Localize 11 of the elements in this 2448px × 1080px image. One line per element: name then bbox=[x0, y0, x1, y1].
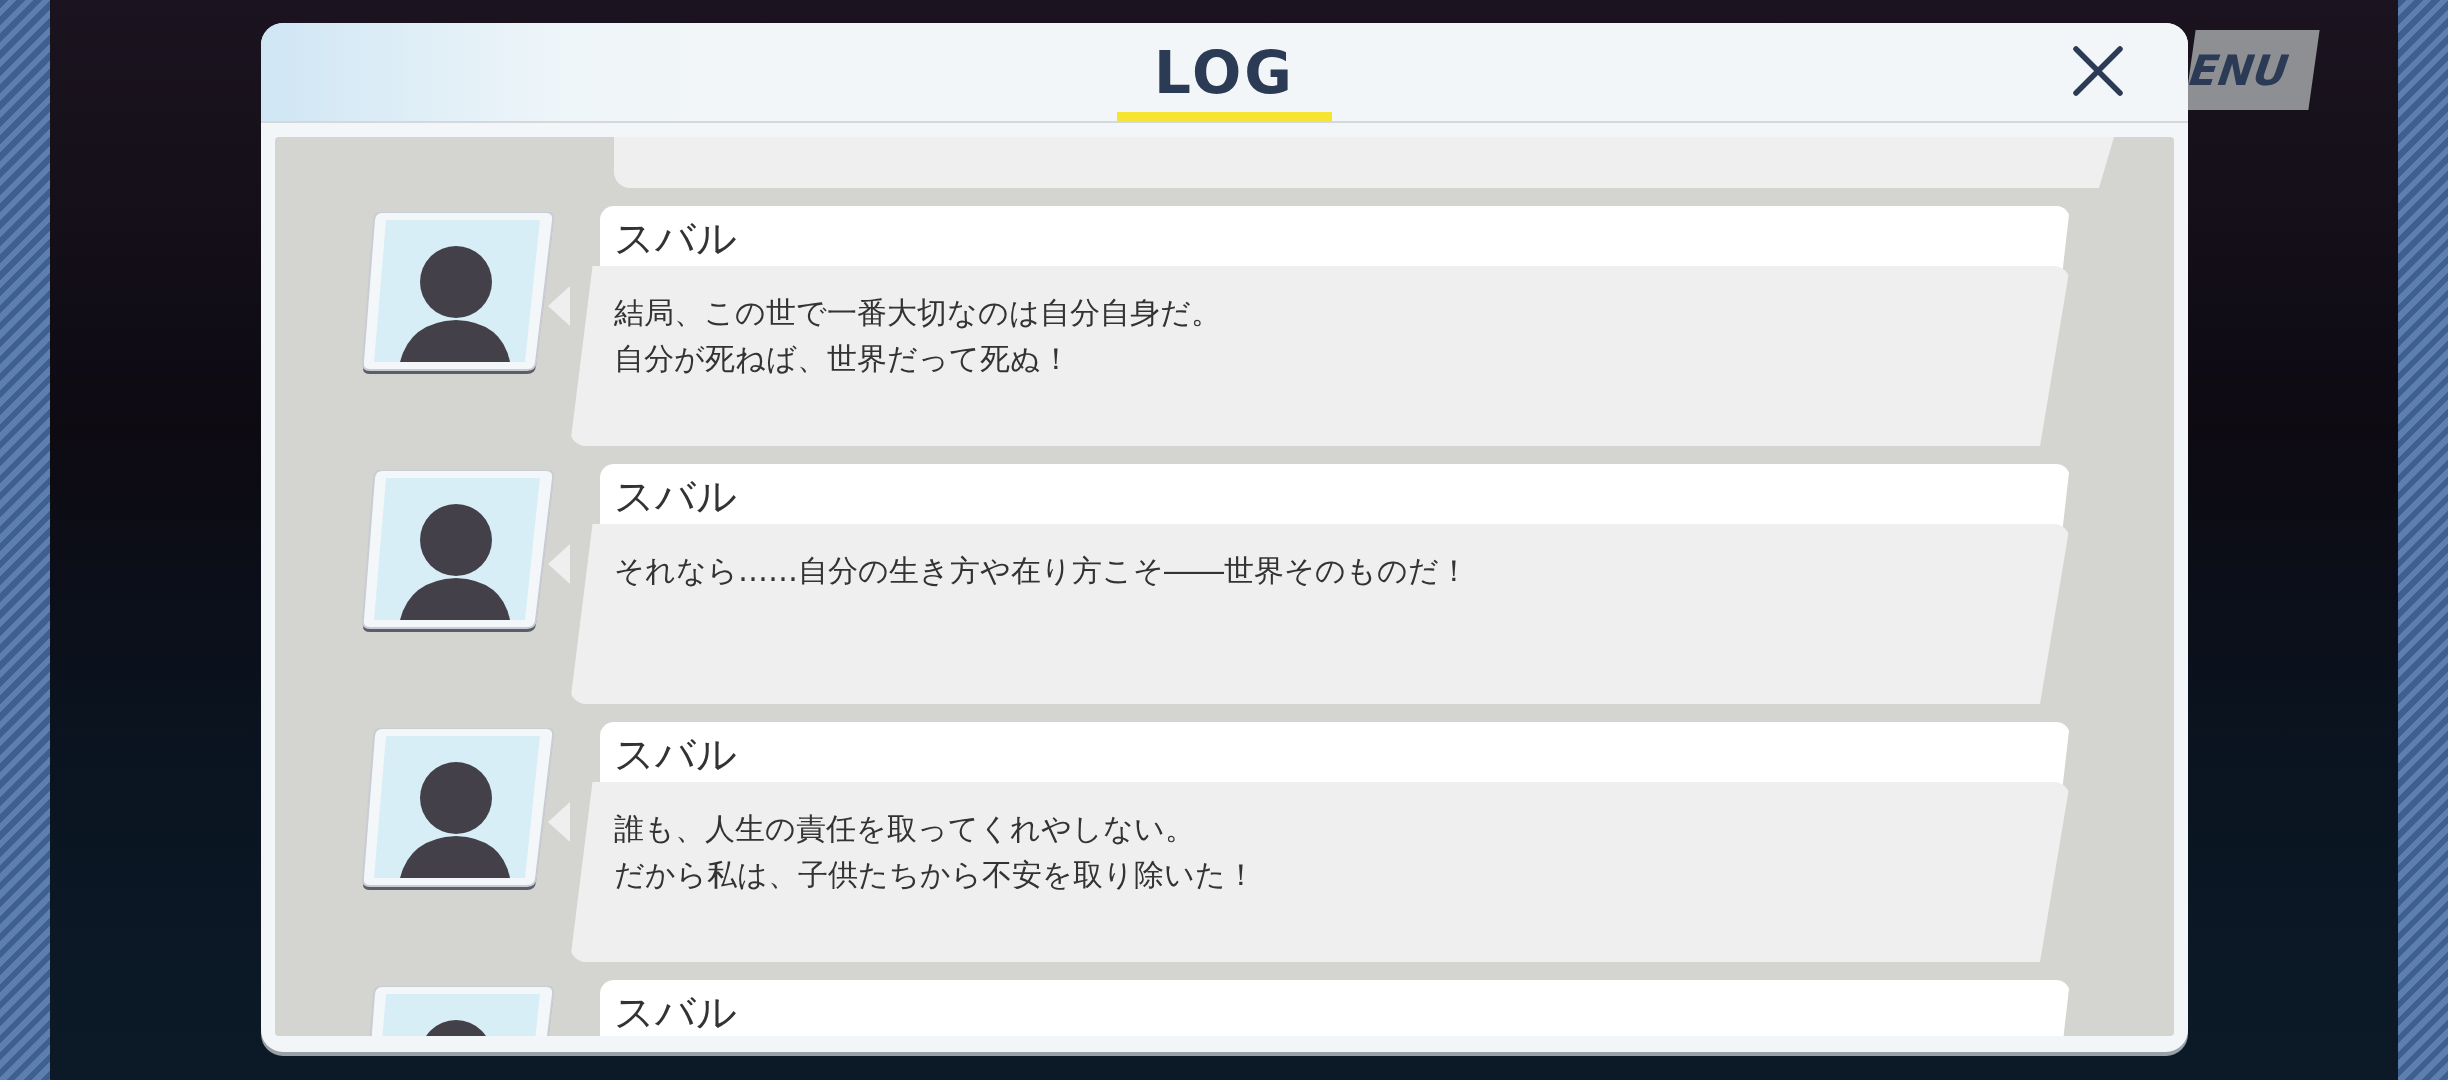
speaker-name: スバル bbox=[614, 213, 737, 263]
dialogue-text: 自分が死ねば、世界だって死ぬ！ bbox=[614, 340, 1072, 378]
dialogue-text: 誰も、人生の責任を取ってくれやしない。 bbox=[614, 810, 1196, 848]
speaker-name: スバル bbox=[614, 987, 737, 1036]
dialogue-text: 結局、この世で一番大切なのは自分自身だ。 bbox=[614, 294, 1222, 332]
dialogue-text: それなら……自分の生き方や在り方こそ――世界そのものだ！ bbox=[614, 552, 1470, 590]
close-icon[interactable] bbox=[2072, 45, 2124, 97]
dialogue-text: だから私は、子供たちから不安を取り除いた！ bbox=[614, 856, 1257, 894]
speaker-name: スバル bbox=[614, 729, 737, 779]
log-title: LOG bbox=[1154, 44, 1295, 102]
speaker-name: スバル bbox=[614, 471, 737, 521]
